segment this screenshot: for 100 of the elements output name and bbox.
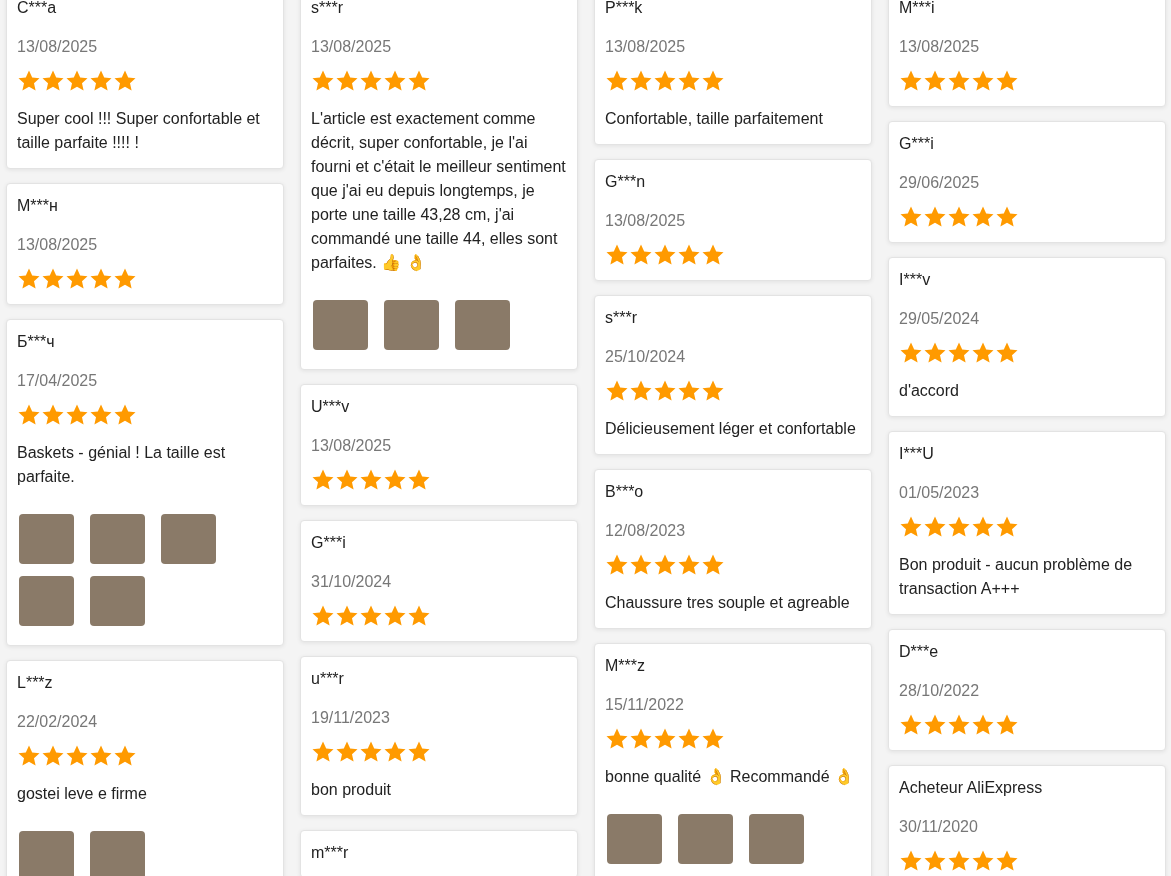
review-text: d'accord [899, 381, 960, 401]
star-icon [629, 69, 653, 93]
star-icon [359, 468, 383, 492]
star-icon [383, 69, 407, 93]
review-date: 29/06/2025 [899, 173, 981, 193]
review-date: 01/05/2023 [899, 483, 981, 503]
star-icon [629, 727, 653, 751]
star-icon [311, 69, 335, 93]
photo-placeholder[interactable] [749, 814, 804, 864]
star-icon [407, 468, 431, 492]
reviewer-name: L***z [17, 673, 54, 693]
photo-placeholder[interactable] [90, 514, 145, 564]
star-icon [17, 403, 41, 427]
star-icon [899, 69, 923, 93]
review-text: Super cool !!! Super confortable et taille parfaite !!!! ! [17, 109, 261, 153]
photo-placeholder[interactable] [90, 831, 145, 876]
reviewer-name: G***i [311, 533, 347, 553]
star-icon [995, 69, 1019, 93]
star-icon [407, 740, 431, 764]
star-icon [383, 604, 407, 628]
photo-placeholder[interactable] [19, 576, 74, 626]
review-date: 13/08/2025 [311, 37, 393, 57]
star-icon [677, 243, 701, 267]
star-icon [629, 379, 653, 403]
star-icon [605, 727, 629, 751]
photo-placeholder[interactable] [455, 300, 510, 350]
star-icon [947, 341, 971, 365]
star-icon [701, 727, 725, 751]
review-date: 25/10/2024 [605, 347, 687, 367]
star-icon [41, 267, 65, 291]
star-icon [605, 69, 629, 93]
photo-placeholder[interactable] [161, 514, 216, 564]
review-date: 29/05/2024 [899, 309, 981, 329]
photo-placeholder[interactable] [90, 576, 145, 626]
star-icon [971, 849, 995, 873]
star-icon [383, 468, 407, 492]
star-icon [923, 713, 947, 737]
star-icon [971, 341, 995, 365]
star-icon [41, 69, 65, 93]
star-icon [629, 553, 653, 577]
review-text: gostei leve e firme [17, 784, 148, 804]
star-icon [407, 69, 431, 93]
review-date: 17/04/2025 [17, 371, 99, 391]
photo-placeholder[interactable] [313, 300, 368, 350]
review-date: 12/08/2023 [605, 521, 687, 541]
reviewer-name: P***k [605, 0, 644, 18]
star-icon [653, 69, 677, 93]
star-icon [947, 515, 971, 539]
star-icon [995, 713, 1019, 737]
star-icon [41, 744, 65, 768]
star-icon [41, 403, 65, 427]
star-icon [677, 379, 701, 403]
star-icon [995, 341, 1019, 365]
star-icon [359, 740, 383, 764]
review-text: Délicieusement léger et confortable [605, 419, 857, 439]
reviewer-name: I***v [899, 270, 932, 290]
reviewer-name: s***r [605, 308, 638, 328]
photo-placeholder[interactable] [19, 831, 74, 876]
star-icon [995, 849, 1019, 873]
review-date: 30/11/2020 [899, 817, 979, 837]
star-icon [605, 553, 629, 577]
review-date: 13/08/2025 [899, 37, 981, 57]
reviewer-name: M***н [17, 196, 59, 216]
star-icon [971, 515, 995, 539]
star-icon [65, 403, 89, 427]
review-date: 13/08/2025 [311, 436, 393, 456]
photo-placeholder[interactable] [607, 814, 662, 864]
reviewer-name: M***z [605, 656, 646, 676]
star-icon [899, 849, 923, 873]
photo-placeholder[interactable] [678, 814, 733, 864]
review-text: L'article est exactement comme décrit, super confortable, je l'ai fourni et c'était le meilleur sentiment que j'ai eu depuis longtemps, je porte une taille 43,28 cm, j'ai commandé une taille 44, elles sont parfaites. 👍 👌 [311, 109, 567, 273]
star-icon [947, 69, 971, 93]
photo-placeholder[interactable] [19, 514, 74, 564]
photo-placeholder[interactable] [384, 300, 439, 350]
star-icon [113, 744, 137, 768]
star-icon [407, 604, 431, 628]
star-icon [605, 379, 629, 403]
review-date: 19/11/2023 [311, 708, 391, 728]
star-icon [335, 604, 359, 628]
star-icon [65, 69, 89, 93]
reviewer-name: D***e [899, 642, 940, 662]
star-icon [899, 341, 923, 365]
star-icon [335, 69, 359, 93]
star-icon [113, 69, 137, 93]
review-text: Confortable, taille parfaitement [605, 109, 824, 129]
star-icon [17, 267, 41, 291]
star-icon [677, 69, 701, 93]
star-icon [899, 515, 923, 539]
star-icon [89, 403, 113, 427]
reviewer-name: M***i [899, 0, 936, 18]
star-icon [701, 243, 725, 267]
star-icon [359, 604, 383, 628]
review-date: 13/08/2025 [17, 235, 99, 255]
reviewer-name: G***n [605, 172, 647, 192]
star-icon [113, 267, 137, 291]
star-icon [923, 849, 947, 873]
star-icon [899, 205, 923, 229]
reviewer-name: Б***ч [17, 332, 56, 352]
star-icon [677, 553, 701, 577]
review-text: bon produit [311, 780, 393, 800]
